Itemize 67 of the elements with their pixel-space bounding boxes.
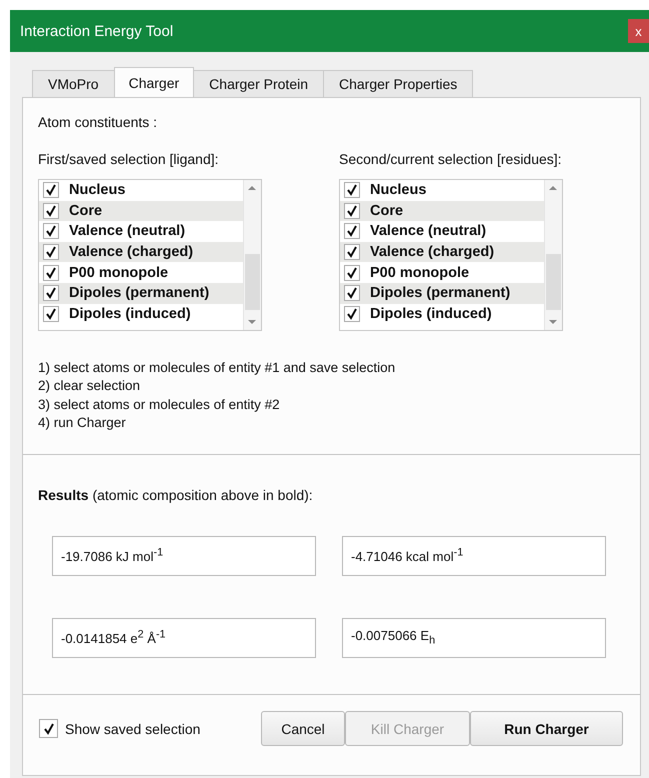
check-icon xyxy=(346,184,358,196)
tab[interactable]: Charger xyxy=(114,67,194,97)
list-item[interactable]: Nucleus xyxy=(340,180,544,201)
checkbox[interactable] xyxy=(344,306,360,322)
list-item[interactable]: Core xyxy=(340,200,544,222)
check-icon xyxy=(45,225,57,238)
check-icon xyxy=(346,308,358,320)
close-button[interactable]: x xyxy=(628,19,649,43)
results-heading: Results (atomic composition above in bold): xyxy=(38,487,314,504)
list-item[interactable]: P00 monopole xyxy=(39,262,243,283)
dialog-button[interactable]: Cancel xyxy=(261,711,345,746)
dialog-button[interactable]: Run Charger xyxy=(470,711,623,746)
list-item[interactable]: Valence (neutral) xyxy=(340,221,544,242)
checkbox[interactable] xyxy=(43,182,59,198)
check-icon xyxy=(346,246,358,258)
checkbox-label[interactable]: Show saved selection xyxy=(65,720,200,737)
list-item[interactable]: Valence (charged) xyxy=(39,242,243,262)
tab[interactable]: VMoPro xyxy=(32,70,115,97)
checkbox[interactable] xyxy=(344,244,360,260)
list-item[interactable]: Nucleus xyxy=(39,180,243,201)
checkbox[interactable] xyxy=(39,719,58,738)
checkbox[interactable] xyxy=(43,264,59,281)
check-icon xyxy=(45,308,57,320)
checkbox[interactable] xyxy=(43,306,59,322)
checkbox[interactable] xyxy=(344,285,360,302)
check-icon xyxy=(346,204,358,217)
instruction-text: 2) clear selection xyxy=(38,377,142,396)
checkbox[interactable] xyxy=(43,223,59,240)
section-label: Atom constituents : xyxy=(38,114,158,130)
window-title: Interaction Energy Tool xyxy=(19,22,174,40)
check-icon xyxy=(346,225,358,238)
instruction-text: 1) select atoms or molecules of entity #1 and save selection xyxy=(38,359,396,377)
check-icon xyxy=(45,204,57,217)
scrollbar[interactable] xyxy=(544,180,562,330)
list-label: Second/current selection [residues]: xyxy=(339,151,563,167)
check-icon xyxy=(346,287,358,300)
list-item[interactable]: Dipoles (induced) xyxy=(340,304,544,324)
tab[interactable]: Charger Properties xyxy=(323,70,474,97)
list-item[interactable]: Core xyxy=(39,200,243,222)
result-field[interactable]: -0.0141854 e$^{2}$ Å$^{-1}$ xyxy=(52,618,316,658)
list-item[interactable]: Valence (charged) xyxy=(340,242,544,262)
checkbox[interactable] xyxy=(344,264,360,281)
result-field[interactable]: -0.0075066 E$_{h}$ xyxy=(342,618,606,658)
tab[interactable]: Charger Protein xyxy=(193,70,324,97)
checkbox[interactable] xyxy=(43,244,59,260)
instruction-text: 3) select atoms or molecules of entity #2 xyxy=(38,396,281,414)
result-field[interactable]: -4.71046 kcal mol$^{-1}$ xyxy=(342,536,606,576)
checkbox[interactable] xyxy=(344,182,360,198)
list-item[interactable]: Dipoles (permanent) xyxy=(39,282,243,304)
checkbox[interactable] xyxy=(43,202,59,219)
check-icon xyxy=(45,266,57,279)
scrollbar[interactable] xyxy=(243,180,261,330)
checkbox[interactable] xyxy=(344,223,360,240)
check-icon xyxy=(346,266,358,279)
list-item[interactable]: Dipoles (permanent) xyxy=(340,282,544,304)
check-icon xyxy=(45,246,57,258)
check-icon xyxy=(45,184,57,196)
list-label: First/saved selection [ligand]: xyxy=(38,151,220,167)
list-item[interactable]: P00 monopole xyxy=(340,262,544,283)
checkbox[interactable] xyxy=(344,202,360,219)
result-field[interactable]: -19.7086 kJ mol$^{-1}$ xyxy=(52,536,316,576)
checkbox[interactable] xyxy=(43,285,59,302)
list-item[interactable]: Valence (neutral) xyxy=(39,221,243,242)
check-icon xyxy=(42,722,54,735)
check-icon xyxy=(45,287,57,300)
list-item[interactable]: Dipoles (induced) xyxy=(39,304,243,324)
instruction-text: 4) run Charger xyxy=(38,414,127,432)
